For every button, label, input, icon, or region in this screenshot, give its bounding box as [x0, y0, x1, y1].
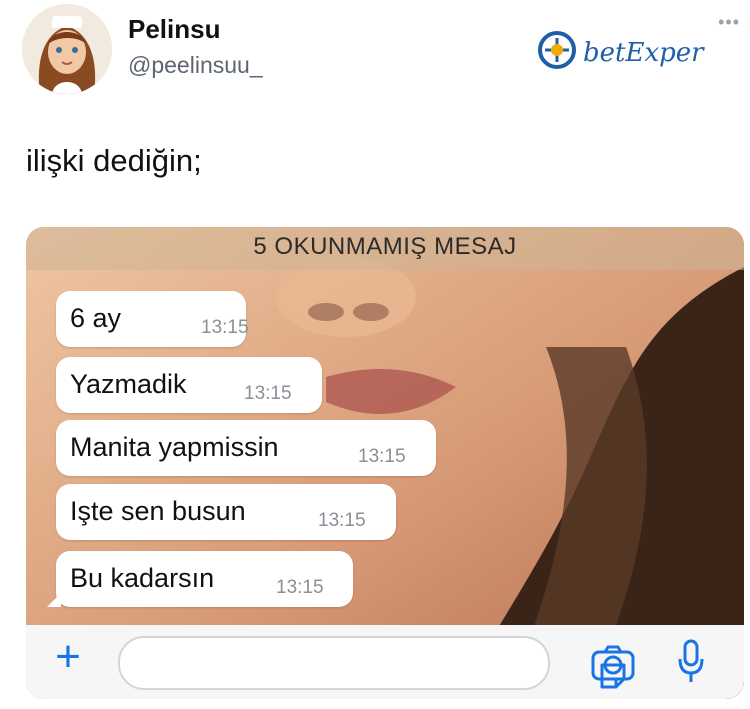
unread-banner: 5 OKUNMAMIŞ MESAJ — [26, 227, 744, 270]
message-bubble[interactable]: 6 ay 13:15 — [56, 291, 249, 347]
message-time: 13:15 — [244, 383, 292, 404]
message-text: Yazmadik — [70, 369, 187, 399]
message-text: Bu kadarsın — [70, 563, 215, 593]
more-icon[interactable]: ••• — [718, 12, 740, 33]
tweet-media[interactable]: 5 OKUNMAMIŞ MESAJ 6 ay 13:15 Yazmadik 13… — [26, 227, 744, 699]
message-text: Manita yapmissin — [70, 432, 279, 462]
message-bubble[interactable]: Bu kadarsın 13:15 — [47, 551, 353, 607]
author-handle[interactable]: @peelinsuu_ — [128, 52, 263, 79]
message-text: Işte sen busun — [70, 496, 246, 526]
camera-icon[interactable] — [591, 645, 635, 681]
avatar-illustration — [22, 4, 112, 94]
tweet-text: ilişki dediğin; — [26, 143, 202, 178]
message-time: 13:15 — [358, 446, 406, 467]
message-time: 13:15 — [318, 510, 366, 531]
message-text: 6 ay — [70, 303, 122, 333]
plus-icon[interactable]: + — [46, 635, 90, 679]
message-bubble[interactable]: Manita yapmissin 13:15 — [56, 420, 436, 476]
message-time: 13:15 — [276, 577, 324, 598]
message-bubble[interactable]: Işte sen busun 13:15 — [56, 484, 396, 540]
message-time: 13:15 — [201, 317, 249, 338]
svg-text:betExper: betExper — [583, 38, 705, 68]
author-name[interactable]: Pelinsu — [128, 14, 220, 45]
avatar[interactable] — [22, 4, 112, 94]
microphone-icon[interactable] — [677, 639, 705, 685]
message-input[interactable] — [118, 636, 626, 690]
chat-input-bar: + — [26, 625, 744, 699]
unread-label: 5 OKUNMAMIŞ MESAJ — [253, 233, 517, 260]
message-bubble[interactable]: Yazmadik 13:15 — [56, 357, 322, 413]
watermark-logo: betExper — [535, 28, 720, 76]
